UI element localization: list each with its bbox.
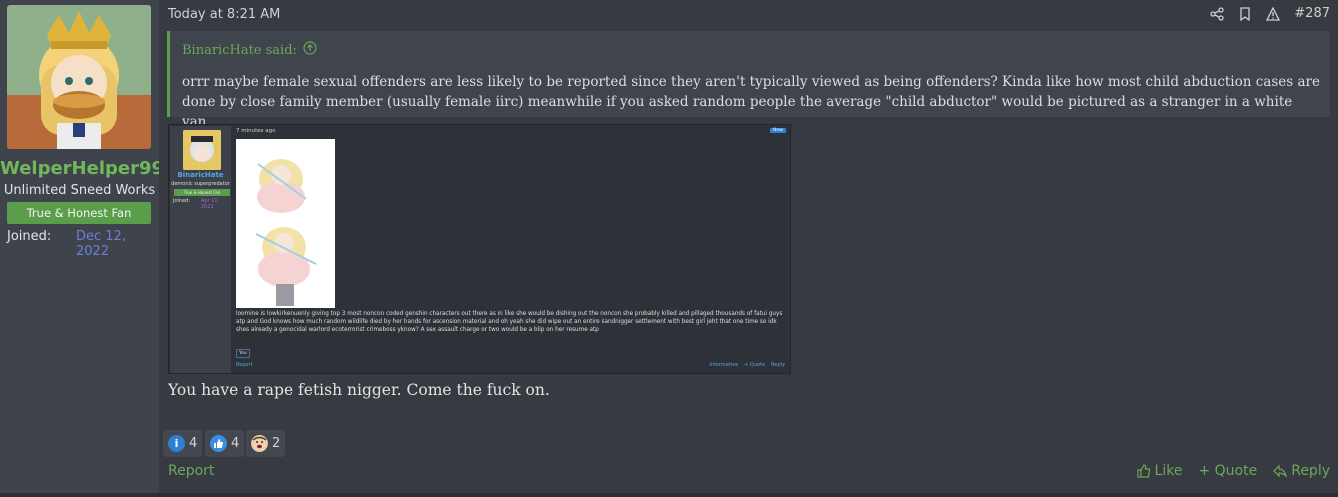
screenshot-time: 7 minutes ago — [236, 128, 276, 134]
screenshot-actions: Informative + Quote Reply — [709, 362, 785, 368]
quote-label: + Quote — [1198, 463, 1258, 479]
screenshot-user-panel: BinaricHate demonic superpredator True &… — [170, 126, 231, 373]
reaction-count: 4 — [189, 436, 198, 451]
reply-label: Reply — [1291, 463, 1330, 479]
quote-author[interactable]: BinaricHate said: — [182, 43, 297, 58]
quote-header[interactable]: BinaricHate said: — [182, 41, 317, 59]
screenshot-user-title: demonic superpredator — [171, 181, 230, 187]
post-actions: #287 — [1210, 6, 1330, 21]
joined-label: Joined: — [7, 229, 52, 244]
reaction-count: 4 — [231, 436, 240, 451]
report-link[interactable]: Report — [168, 463, 214, 479]
reaction-count: 2 — [272, 436, 281, 451]
screenshot-avatar — [183, 130, 221, 170]
username[interactable]: WelperHelper99 — [0, 158, 164, 179]
screenshot-reply: Reply — [771, 362, 785, 368]
reaction-informative[interactable]: i 4 — [163, 430, 203, 457]
user-sidebar: WelperHelper99 Unlimited Sneed Works Tru… — [0, 0, 164, 497]
screenshot-banner: True & Honest Fan — [174, 189, 230, 196]
screenshot-joined-label: Joined: — [173, 198, 191, 204]
post-message: You have a rape fetish nigger. Come the … — [168, 381, 550, 399]
user-avatar[interactable] — [7, 5, 151, 149]
share-icon[interactable] — [1210, 6, 1224, 21]
thumbs-up-icon — [1136, 464, 1151, 478]
screenshot-image — [236, 139, 335, 308]
post-number[interactable]: #287 — [1294, 6, 1330, 21]
screenshot-joined-date: Apr 11, 2022 — [201, 198, 220, 210]
like-icon — [210, 435, 227, 452]
screenshot-reaction: You — [236, 349, 250, 358]
screenshot-quote: + Quote — [744, 362, 766, 368]
reaction-face[interactable]: 2 — [246, 430, 286, 457]
arrow-up-icon[interactable] — [303, 41, 317, 59]
user-banner: True & Honest Fan — [7, 202, 151, 224]
face-icon — [251, 435, 268, 452]
reaction-like[interactable]: 4 — [205, 430, 245, 457]
screenshot-report: Report — [236, 362, 253, 368]
like-button[interactable]: Like — [1136, 463, 1183, 479]
joined-date: Dec 12, 2022 — [76, 229, 126, 259]
post-timestamp[interactable]: Today at 8:21 AM — [168, 7, 280, 22]
reply-icon — [1273, 464, 1288, 478]
quote-button[interactable]: + Quote — [1198, 463, 1257, 479]
screenshot-informative: Informative — [709, 362, 739, 368]
divider — [0, 493, 1338, 497]
screenshot-text: loomine is lowkirkenuenly giving top 3 m… — [236, 311, 783, 333]
bookmark-icon[interactable] — [1238, 6, 1252, 21]
post-footer — [159, 425, 1338, 493]
screenshot-new-badge: New — [770, 128, 786, 133]
quote-block: BinaricHate said: orrr maybe female sexu… — [167, 31, 1330, 130]
footer-actions: Like + Quote Reply — [1136, 463, 1330, 479]
embedded-screenshot[interactable]: BinaricHate demonic superpredator True &… — [168, 124, 791, 374]
screenshot-username: BinaricHate — [177, 171, 224, 179]
quote-text: orrr maybe female sexual offenders are l… — [182, 74, 1320, 130]
user-title: Unlimited Sneed Works — [3, 183, 156, 198]
warning-icon[interactable] — [1266, 6, 1281, 21]
informative-icon: i — [168, 435, 185, 452]
reply-button[interactable]: Reply — [1273, 463, 1330, 479]
like-label: Like — [1154, 463, 1183, 479]
